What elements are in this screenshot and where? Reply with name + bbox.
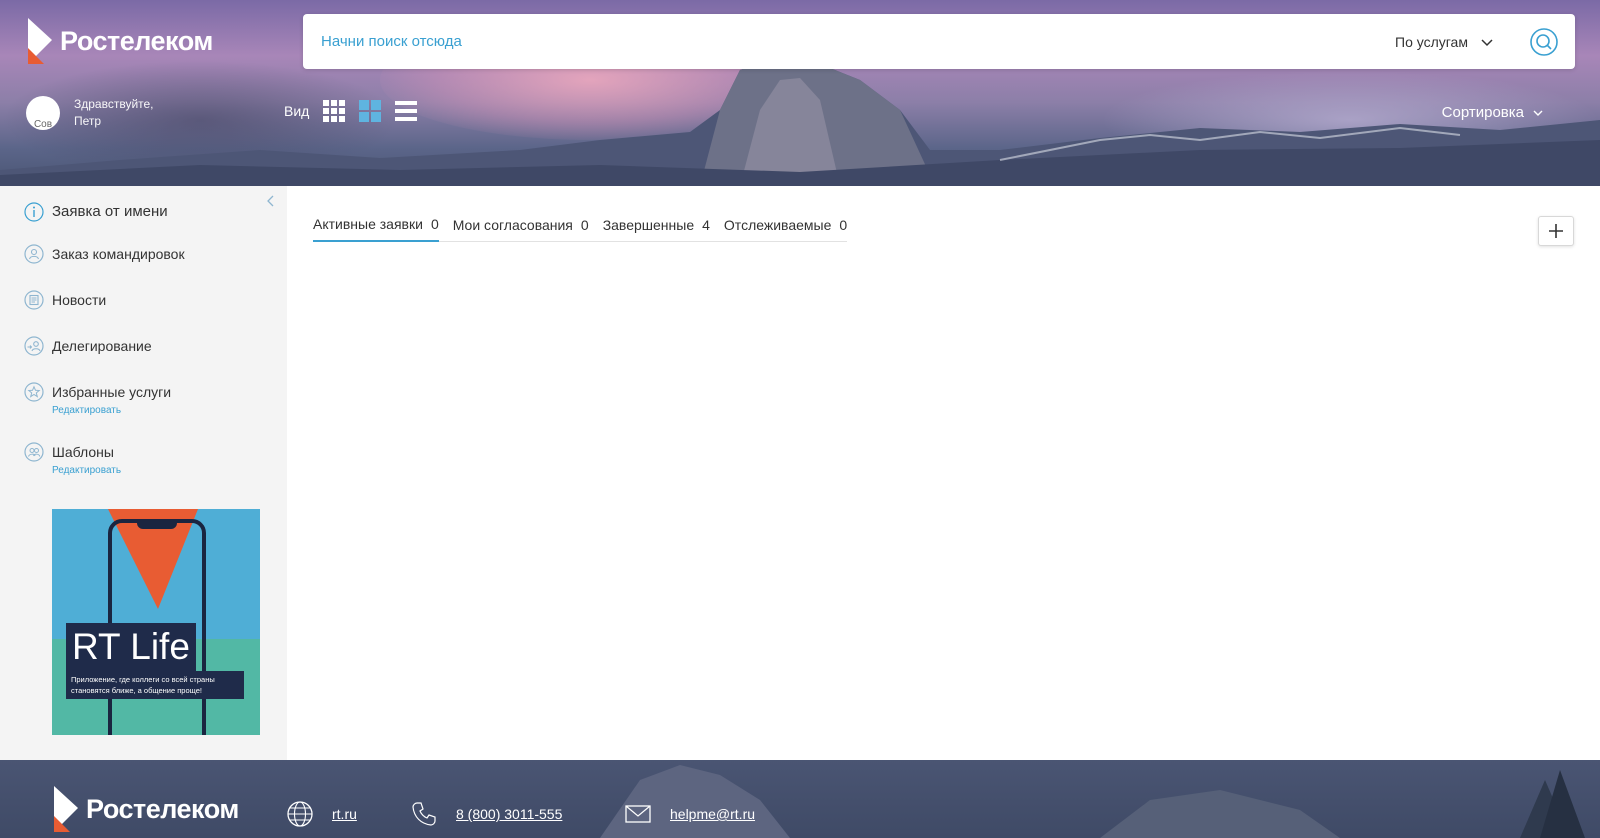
- chevron-down-icon: [1481, 38, 1493, 46]
- sidebar: Заявка от имени Заказ командировок Новос…: [0, 186, 287, 760]
- request-tabs: Активные заявки 0 Мои согласования 0 Зав…: [313, 216, 848, 242]
- view-label: Вид: [284, 103, 310, 119]
- sidebar-item-delegation[interactable]: Делегирование: [24, 336, 152, 356]
- tab-label: Активные заявки: [313, 216, 423, 232]
- footer-mountains-image: [600, 765, 1585, 838]
- plus-icon: [1549, 224, 1563, 238]
- tab-count: 0: [430, 216, 439, 232]
- star-icon: [24, 382, 44, 402]
- view-switcher: Вид: [284, 100, 418, 122]
- tab-my-approvals[interactable]: Мои согласования 0: [453, 216, 589, 241]
- sidebar-item-label: Заявка от имени: [52, 203, 168, 220]
- phone-link[interactable]: 8 (800) 3011-555: [456, 806, 562, 822]
- search-scope-label: По услугам: [1395, 33, 1468, 50]
- tab-count: 0: [839, 216, 848, 233]
- globe-icon: [287, 801, 313, 827]
- user-greeting: Здравствуйте, Петр: [74, 96, 154, 130]
- email-link[interactable]: helpme@rt.ru: [670, 806, 755, 822]
- tab-label: Отслеживаемые: [723, 216, 832, 233]
- tab-completed[interactable]: Завершенные 4: [603, 216, 710, 241]
- footer-phone: 8 (800) 3011-555: [410, 800, 562, 828]
- brand-name: Ростелеком: [60, 25, 213, 56]
- envelope-icon: [625, 805, 651, 823]
- chevron-down-icon: [1533, 110, 1543, 116]
- edit-favorites-link[interactable]: Редактировать: [52, 404, 171, 418]
- user-name: Петр: [74, 114, 102, 128]
- tab-count: 4: [702, 216, 710, 233]
- sidebar-item-favorite-services[interactable]: Избранные услуги Редактировать: [24, 382, 171, 418]
- list-icon[interactable]: [395, 100, 418, 122]
- sidebar-item-label: Заказ командировок: [52, 246, 185, 262]
- sidebar-item-business-trips[interactable]: Заказ командировок: [24, 244, 185, 264]
- collapse-sidebar-icon[interactable]: [264, 194, 278, 208]
- sort-dropdown[interactable]: Сортировка: [1442, 104, 1544, 121]
- sidebar-item-label: Шаблоны: [52, 444, 114, 460]
- greeting-line: Здравствуйте,: [74, 97, 154, 111]
- search-icon[interactable]: [1529, 27, 1559, 57]
- banner-text: Приложение, где коллеги со всей страны с…: [66, 671, 244, 699]
- sidebar-item-label: Избранные услуги: [52, 384, 172, 400]
- person-icon: [24, 244, 44, 264]
- tab-count: 0: [580, 216, 589, 233]
- user-block[interactable]: Сов Здравствуйте, Петр: [26, 96, 154, 130]
- info-icon: [24, 202, 44, 222]
- grid-small-icon[interactable]: [323, 100, 346, 122]
- header: Ростелеком По услугам Сов Здравствуйте, …: [0, 0, 1600, 186]
- rostelecom-logo[interactable]: Ростелеком: [26, 18, 213, 64]
- sort-label: Сортировка: [1441, 104, 1524, 121]
- sidebar-item-label: Новости: [52, 292, 107, 308]
- sidebar-item-templates[interactable]: Шаблоны Редактировать: [24, 442, 121, 478]
- tab-label: Завершенные: [602, 216, 695, 233]
- avatar-alt-text: Сов: [33, 119, 53, 130]
- tab-label: Мои согласования: [452, 216, 573, 233]
- phone-icon: [412, 802, 436, 826]
- grid-large-icon[interactable]: [359, 100, 382, 122]
- search-bar: По услугам: [303, 14, 1575, 69]
- sidebar-item-request-on-behalf[interactable]: Заявка от имени: [24, 202, 168, 222]
- delegate-icon: [24, 336, 44, 356]
- rostelecom-logo-icon: [28, 18, 52, 64]
- rt-life-banner[interactable]: RT Life Приложение, где коллеги со всей …: [52, 509, 260, 735]
- phone-notch: [137, 521, 177, 529]
- sidebar-item-news[interactable]: Новости: [24, 290, 106, 310]
- main-content: Активные заявки 0 Мои согласования 0 Зав…: [287, 186, 1600, 760]
- rostelecom-logo-icon: [54, 786, 78, 832]
- footer-email: helpme@rt.ru: [624, 800, 755, 828]
- news-icon: [24, 290, 44, 310]
- templates-icon: [24, 442, 44, 462]
- site-link[interactable]: rt.ru: [332, 806, 357, 822]
- add-button[interactable]: [1538, 216, 1574, 246]
- banner-title: RT Life: [66, 623, 196, 671]
- footer: Ростелеком rt.ru 8 (800) 3011-555 helpme…: [0, 760, 1600, 838]
- footer-brand-name: Ростелеком: [86, 793, 239, 824]
- avatar[interactable]: Сов: [26, 96, 60, 130]
- edit-templates-link[interactable]: Редактировать: [52, 464, 121, 478]
- footer-logo[interactable]: Ростелеком: [52, 786, 239, 832]
- tab-tracked[interactable]: Отслеживаемые 0: [724, 216, 847, 241]
- sidebar-item-label: Делегирование: [52, 338, 152, 354]
- search-input[interactable]: [321, 14, 1321, 69]
- tab-active-requests[interactable]: Активные заявки 0: [313, 216, 439, 242]
- search-scope-dropdown[interactable]: По услугам: [1395, 14, 1494, 69]
- footer-site: rt.ru: [286, 800, 357, 828]
